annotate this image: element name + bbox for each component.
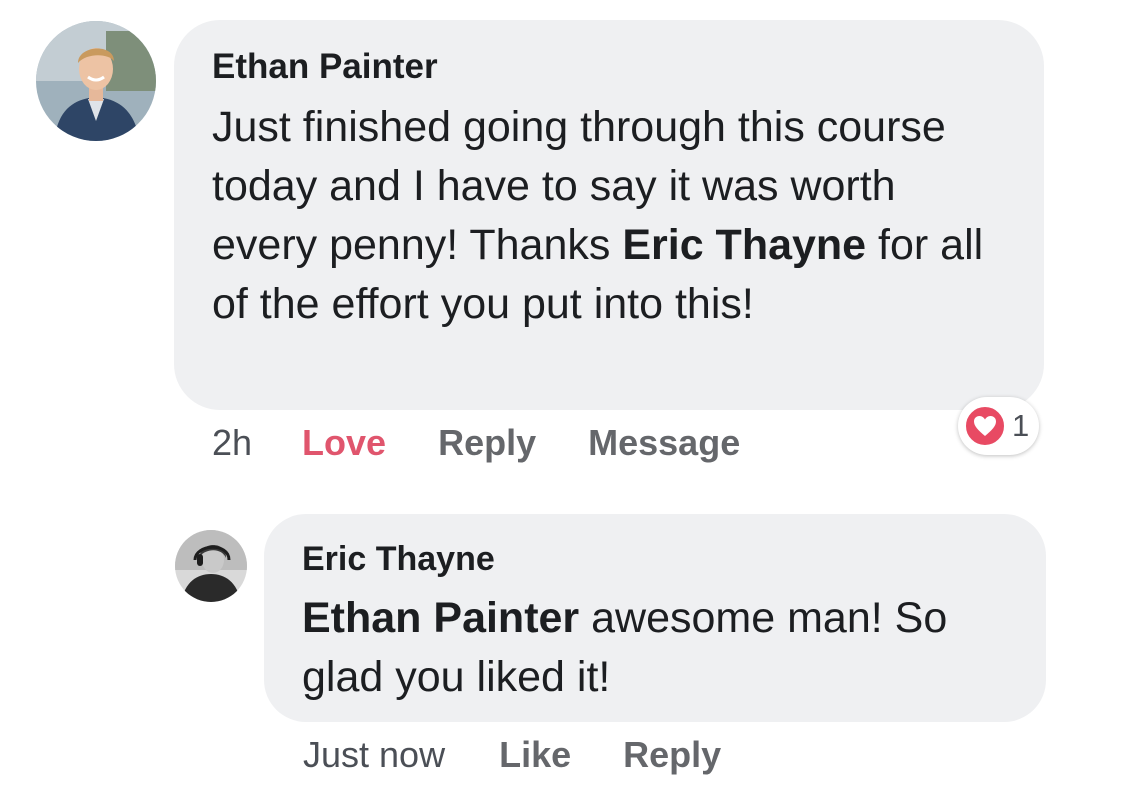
- avatar[interactable]: [36, 21, 156, 141]
- comment-timestamp: 2h: [212, 422, 253, 463]
- reaction-count: 1: [1012, 408, 1030, 443]
- reply-button[interactable]: Reply: [438, 422, 536, 464]
- message-button[interactable]: Message: [588, 422, 740, 464]
- comment-author[interactable]: Ethan Painter: [212, 45, 1008, 89]
- comment-text: Ethan Painter awesome man! So glad you l…: [302, 589, 1016, 707]
- comment-bubble: Ethan Painter Just finished going throug…: [174, 20, 1044, 410]
- comment-timestamp: Just now: [303, 734, 446, 775]
- heart-icon: [974, 416, 996, 436]
- reply-actions: Just now Like Reply: [303, 730, 721, 780]
- like-button[interactable]: Like: [499, 734, 571, 776]
- avatar[interactable]: [175, 530, 247, 602]
- mention-link[interactable]: Eric Thayne: [622, 221, 866, 269]
- love-button[interactable]: Love: [302, 422, 386, 464]
- mention-link[interactable]: Ethan Painter: [302, 594, 579, 642]
- reply-bubble: Eric Thayne Ethan Painter awesome man! S…: [264, 514, 1046, 722]
- comment-author[interactable]: Eric Thayne: [302, 537, 1016, 581]
- reply-button[interactable]: Reply: [623, 734, 721, 776]
- reaction-summary[interactable]: 1: [958, 397, 1040, 455]
- avatar-photo-icon: [175, 530, 247, 602]
- comment-actions: 2h Love Reply Message: [212, 418, 740, 468]
- comment-text: Just finished going through this course …: [212, 98, 1008, 334]
- comment-thread: Ethan Painter Just finished going throug…: [0, 0, 1125, 788]
- heart-reaction: [963, 404, 1007, 448]
- avatar-photo-icon: [36, 21, 156, 141]
